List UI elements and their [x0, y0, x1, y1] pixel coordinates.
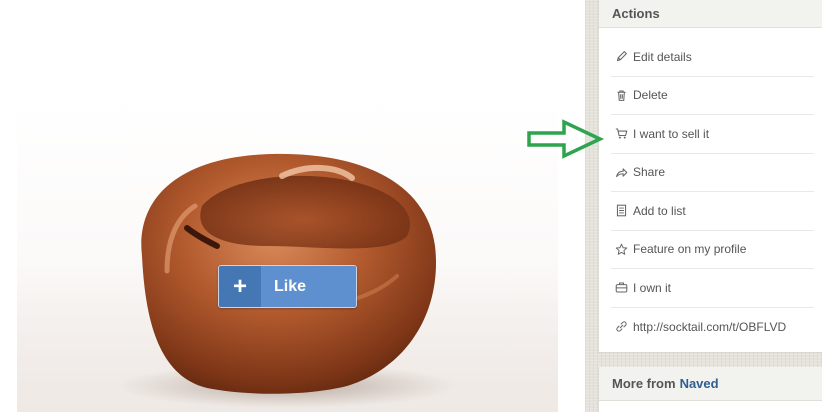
action-i-own-it[interactable]: I own it — [611, 269, 814, 308]
action-label: Edit details — [633, 49, 692, 64]
more-from-prefix: More from — [612, 376, 676, 391]
action-label: http://socktail.com/t/OBFLVD — [633, 319, 787, 334]
annotation-arrow-icon — [527, 119, 605, 159]
like-button[interactable]: + Like — [218, 265, 357, 308]
action-edit-details[interactable]: Edit details — [611, 38, 814, 77]
more-from-title: More from Naved — [599, 367, 822, 401]
action-label: I want to sell it — [633, 126, 710, 141]
list-icon — [615, 204, 633, 218]
more-from-panel: More from Naved — [598, 367, 822, 412]
trash-icon — [615, 88, 633, 102]
link-icon — [615, 320, 633, 334]
action-short-link[interactable]: http://socktail.com/t/OBFLVD — [611, 308, 814, 347]
action-share[interactable]: Share — [611, 154, 814, 192]
share-icon — [615, 165, 633, 179]
action-add-to-list[interactable]: Add to list — [611, 192, 814, 231]
pencil-icon — [615, 50, 633, 64]
product-image[interactable] — [17, 96, 558, 412]
actions-panel-title: Actions — [599, 0, 822, 28]
star-icon — [615, 242, 633, 256]
action-label: Feature on my profile — [633, 242, 747, 257]
owner-link[interactable]: Naved — [680, 376, 719, 391]
actions-list: Edit details Delete I want to sell it Sh… — [599, 38, 822, 346]
action-feature-on-profile[interactable]: Feature on my profile — [611, 231, 814, 269]
action-label: Share — [633, 165, 666, 180]
plus-icon: + — [219, 266, 261, 307]
action-sell[interactable]: I want to sell it — [611, 115, 814, 154]
action-label: Add to list — [633, 203, 686, 218]
action-delete[interactable]: Delete — [611, 77, 814, 115]
action-label: I own it — [633, 280, 672, 295]
cart-icon — [615, 127, 633, 141]
actions-panel: Actions Edit details Delete I want to se… — [598, 0, 822, 353]
like-label: Like — [261, 266, 356, 307]
action-label: Delete — [633, 88, 668, 103]
briefcase-icon — [615, 281, 633, 295]
chair-illustration — [117, 153, 457, 408]
